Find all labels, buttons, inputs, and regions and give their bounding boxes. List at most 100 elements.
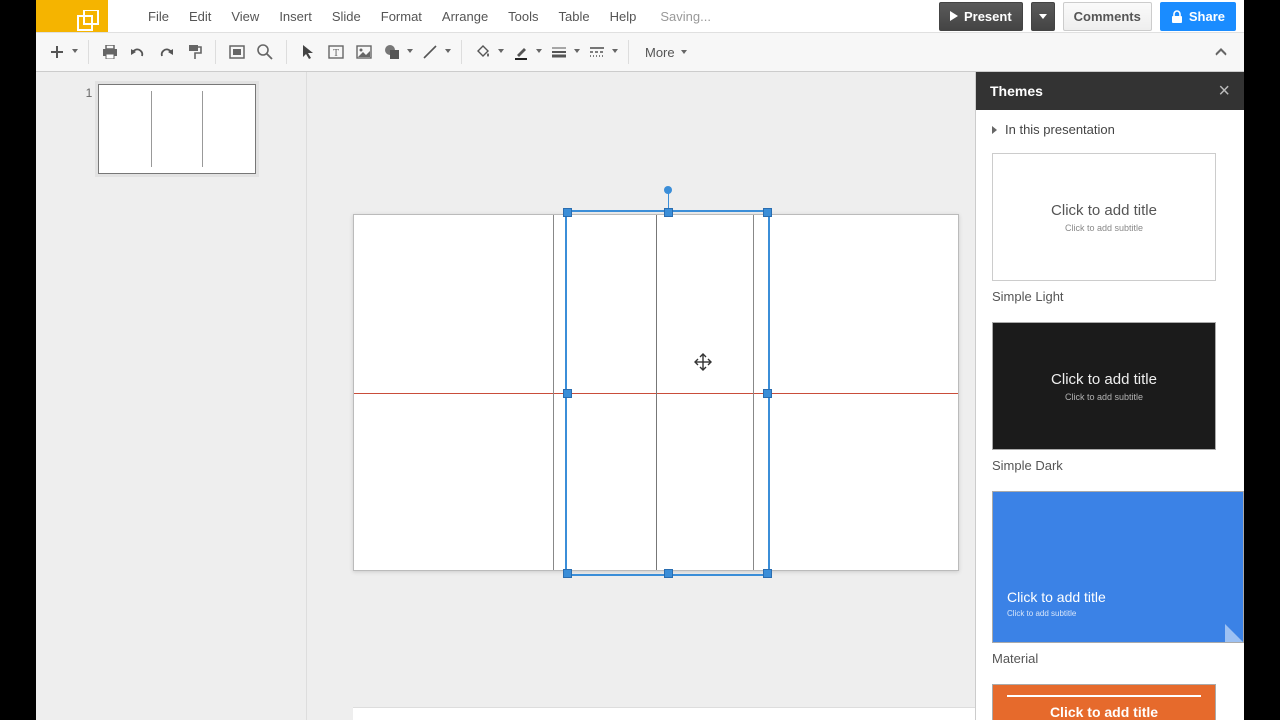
menu-tools[interactable]: Tools: [498, 3, 548, 30]
paint-format-button[interactable]: [181, 39, 207, 65]
slide-preview[interactable]: [98, 84, 256, 174]
toolbar: T More: [36, 32, 1244, 72]
theme-item[interactable]: Click to add title Click to add subtitle…: [992, 491, 1228, 666]
chevron-down-icon: [536, 49, 542, 53]
theme-preview-title: Click to add title: [1050, 704, 1158, 720]
menu-format[interactable]: Format: [371, 3, 432, 30]
share-label: Share: [1189, 9, 1225, 24]
zoom-button[interactable]: [252, 39, 278, 65]
new-slide-button[interactable]: [44, 39, 70, 65]
save-status: Saving...: [660, 9, 711, 24]
theme-item[interactable]: Click to add title: [992, 684, 1228, 720]
menu-arrange[interactable]: Arrange: [432, 3, 498, 30]
svg-text:T: T: [333, 48, 339, 59]
more-menu[interactable]: More: [637, 45, 695, 60]
menu-insert[interactable]: Insert: [269, 3, 322, 30]
themes-section-label: In this presentation: [1005, 122, 1115, 137]
triangle-right-icon: [992, 126, 997, 134]
workspace: 1: [36, 72, 1244, 720]
menu-slide[interactable]: Slide: [322, 3, 371, 30]
themes-list[interactable]: Click to add title Click to add subtitle…: [976, 149, 1244, 720]
menu-file[interactable]: File: [138, 3, 179, 30]
lock-icon: [1171, 10, 1183, 23]
chevron-down-icon: [612, 49, 618, 53]
slide-filmstrip[interactable]: 1: [36, 72, 307, 720]
line-weight-button[interactable]: [546, 39, 572, 65]
theme-name: Simple Dark: [992, 458, 1228, 473]
line-color-button[interactable]: [508, 39, 534, 65]
rotate-handle[interactable]: [664, 186, 672, 194]
chevron-down-icon: [445, 49, 451, 53]
present-button[interactable]: Present: [939, 2, 1023, 31]
theme-item[interactable]: Click to add title Click to add subtitle…: [992, 153, 1228, 304]
speaker-notes-bar[interactable]: [353, 707, 975, 720]
themes-title: Themes: [990, 83, 1043, 99]
slide[interactable]: [353, 214, 959, 571]
present-label: Present: [964, 9, 1012, 24]
resize-handle-ne[interactable]: [763, 208, 772, 217]
zoom-fit-button[interactable]: [224, 39, 250, 65]
close-icon[interactable]: ×: [1218, 80, 1230, 103]
chevron-down-icon: [498, 49, 504, 53]
resize-handle-sw[interactable]: [563, 569, 572, 578]
themes-panel: Themes × In this presentation Click to a…: [975, 72, 1244, 720]
undo-button[interactable]: [125, 39, 151, 65]
resize-handle-e[interactable]: [763, 389, 772, 398]
theme-item[interactable]: Click to add title Click to add subtitle…: [992, 322, 1228, 473]
menu-bar: File Edit View Insert Slide Format Arran…: [36, 0, 1244, 32]
image-tool[interactable]: [351, 39, 377, 65]
chevron-down-icon: [72, 49, 78, 53]
theme-preview[interactable]: Click to add title Click to add subtitle: [992, 153, 1216, 281]
theme-preview-subtitle: Click to add subtitle: [1065, 223, 1143, 233]
comments-label: Comments: [1074, 9, 1141, 24]
collapse-toolbar-button[interactable]: [1214, 47, 1228, 57]
slide-thumbnail[interactable]: 1: [36, 84, 306, 174]
theme-preview-title: Click to add title: [1051, 202, 1157, 219]
line-dash-button[interactable]: [584, 39, 610, 65]
app-frame: File Edit View Insert Slide Format Arran…: [36, 0, 1244, 720]
shape-tool[interactable]: [379, 39, 405, 65]
resize-handle-n[interactable]: [664, 208, 673, 217]
themes-section[interactable]: In this presentation: [976, 110, 1244, 149]
more-label: More: [645, 45, 675, 60]
resize-handle-nw[interactable]: [563, 208, 572, 217]
menu-edit[interactable]: Edit: [179, 3, 221, 30]
resize-handle-se[interactable]: [763, 569, 772, 578]
theme-preview-subtitle: Click to add subtitle: [1065, 392, 1143, 402]
present-dropdown[interactable]: [1031, 2, 1055, 31]
themes-header: Themes ×: [976, 72, 1244, 110]
move-cursor-icon: [694, 353, 712, 371]
selected-shape[interactable]: [565, 210, 770, 576]
print-button[interactable]: [97, 39, 123, 65]
app-logo[interactable]: [36, 0, 108, 32]
line-tool[interactable]: [417, 39, 443, 65]
resize-handle-s[interactable]: [664, 569, 673, 578]
separator: [215, 40, 216, 64]
chevron-down-icon: [1039, 14, 1047, 19]
menu-help[interactable]: Help: [600, 3, 647, 30]
corner-fold-icon: [1225, 624, 1243, 642]
slide-canvas[interactable]: [307, 72, 975, 720]
select-tool[interactable]: [295, 39, 321, 65]
accent-line: [1007, 695, 1201, 697]
redo-button[interactable]: [153, 39, 179, 65]
resize-handle-w[interactable]: [563, 389, 572, 398]
theme-preview-subtitle: Click to add subtitle: [1007, 609, 1076, 618]
separator: [88, 40, 89, 64]
slide-number: 1: [86, 86, 93, 100]
share-button[interactable]: Share: [1160, 2, 1236, 31]
menu-table[interactable]: Table: [549, 3, 600, 30]
chevron-down-icon: [681, 50, 687, 54]
theme-preview[interactable]: Click to add title: [992, 684, 1216, 720]
textbox-tool[interactable]: T: [323, 39, 349, 65]
chevron-down-icon: [407, 49, 413, 53]
chevron-down-icon: [574, 49, 580, 53]
theme-preview[interactable]: Click to add title Click to add subtitle: [992, 491, 1244, 643]
vertical-guide: [553, 215, 554, 570]
fill-color-button[interactable]: [470, 39, 496, 65]
comments-button[interactable]: Comments: [1063, 2, 1152, 31]
theme-preview-title: Click to add title: [1007, 589, 1106, 605]
menu-view[interactable]: View: [221, 3, 269, 30]
theme-preview[interactable]: Click to add title Click to add subtitle: [992, 322, 1216, 450]
separator: [628, 40, 629, 64]
